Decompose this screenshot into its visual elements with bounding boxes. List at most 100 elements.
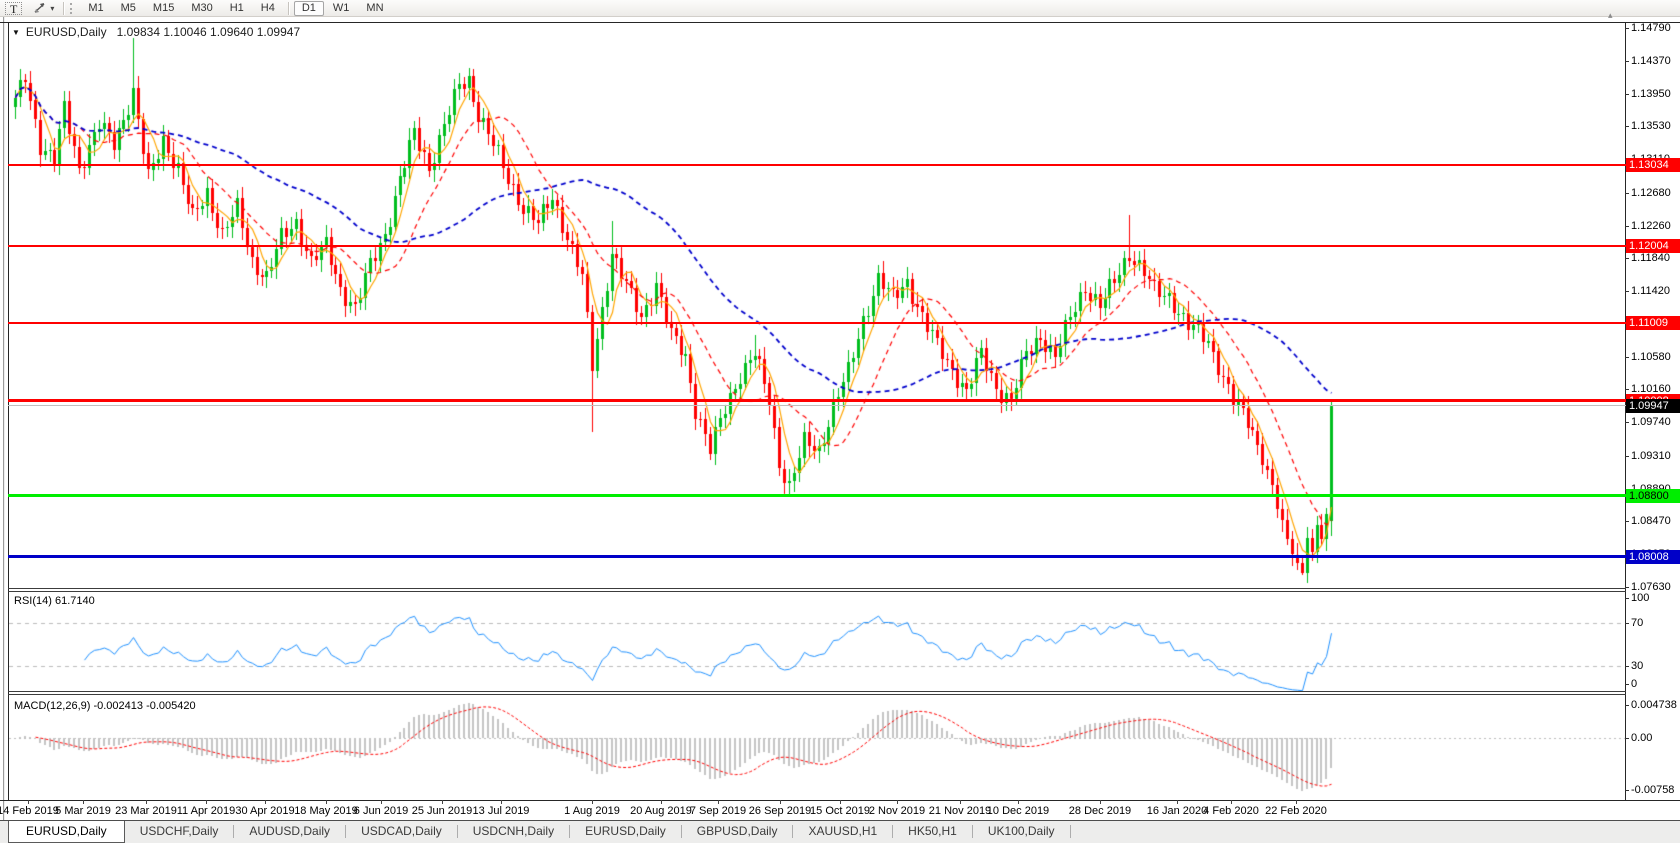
macd-tick-mark bbox=[1625, 790, 1629, 791]
level-line-1.13034[interactable] bbox=[8, 164, 1626, 166]
tab-usdcnh-daily-4[interactable]: USDCNH,Daily bbox=[458, 821, 569, 843]
tab-uk100-daily-9[interactable]: UK100,Daily bbox=[973, 821, 1070, 843]
macd-canvas[interactable] bbox=[9, 695, 1625, 800]
price-tick-mark bbox=[1625, 291, 1629, 292]
rsi-axis-label: 70 bbox=[1631, 617, 1643, 629]
price-tick-label: 1.12680 bbox=[1631, 187, 1671, 199]
time-tick-mark bbox=[661, 800, 662, 804]
timeframe-m5[interactable]: M5 bbox=[113, 1, 144, 16]
price-tag-1.12004: 1.12004 bbox=[1626, 239, 1680, 253]
main-panel-bottom-border bbox=[8, 588, 1626, 589]
price-tick-label: 1.12260 bbox=[1631, 220, 1671, 232]
symbol-label: EURUSD,Daily bbox=[26, 25, 107, 39]
macd-tick-mark bbox=[1625, 705, 1629, 706]
text-tool-button[interactable]: T bbox=[5, 2, 22, 15]
price-tick-mark bbox=[1625, 258, 1629, 259]
cursor-crosshair-icon bbox=[33, 2, 47, 14]
timeframe-m1[interactable]: M1 bbox=[80, 1, 111, 16]
macd-axis-label: -0.00758 bbox=[1631, 784, 1674, 796]
time-tick-mark bbox=[83, 800, 84, 804]
time-tick-mark bbox=[1177, 800, 1178, 804]
chart-title: ▼EURUSD,Daily1.09834 1.10046 1.09640 1.0… bbox=[12, 25, 300, 39]
price-tick-label: 1.09310 bbox=[1631, 450, 1671, 462]
cursor-tool-button[interactable]: ▾ bbox=[28, 1, 59, 16]
date-label: 13 Jul 2019 bbox=[457, 805, 545, 817]
price-tick-label: 1.14790 bbox=[1631, 22, 1671, 34]
price-tick-mark bbox=[1625, 422, 1629, 423]
time-tick-mark bbox=[1296, 800, 1297, 804]
rsi-label: RSI(14) 61.7140 bbox=[14, 595, 95, 607]
time-tick-mark bbox=[718, 800, 719, 804]
time-tick-mark bbox=[897, 800, 898, 804]
timeframe-h1[interactable]: H1 bbox=[222, 1, 252, 16]
main-chart-canvas[interactable] bbox=[9, 23, 1625, 588]
level-line-1.12004[interactable] bbox=[8, 245, 1626, 247]
timeframe-w1[interactable]: W1 bbox=[325, 1, 358, 16]
scroll-up-icon[interactable]: ▴ bbox=[1608, 10, 1613, 21]
tab-xauusd-h1-7[interactable]: XAUUSD,H1 bbox=[793, 821, 892, 843]
tab-usdcad-daily-3[interactable]: USDCAD,Daily bbox=[346, 821, 457, 843]
time-tick-mark bbox=[381, 800, 382, 804]
price-tick-label: 1.10580 bbox=[1631, 351, 1671, 363]
level-line-1.08008[interactable] bbox=[8, 555, 1626, 558]
toolbar-separator bbox=[288, 2, 289, 15]
rsi-axis-label: 0 bbox=[1631, 678, 1637, 690]
price-tick-mark bbox=[1625, 226, 1629, 227]
date-label: 22 Feb 2020 bbox=[1252, 805, 1340, 817]
time-tick-mark bbox=[326, 800, 327, 804]
price-tick-mark bbox=[1625, 587, 1629, 588]
toolbar-separator bbox=[63, 2, 64, 15]
time-tick-mark bbox=[840, 800, 841, 804]
chevron-down-icon: ▾ bbox=[50, 2, 54, 15]
tab-eurusd-daily-5[interactable]: EURUSD,Daily bbox=[570, 821, 681, 843]
price-tick-mark bbox=[1625, 126, 1629, 127]
tab-usdchf-daily-1[interactable]: USDCHF,Daily bbox=[125, 821, 234, 843]
tab-gbpusd-daily-6[interactable]: GBPUSD,Daily bbox=[682, 821, 793, 843]
price-tag-1.08008: 1.08008 bbox=[1626, 550, 1680, 564]
price-tag-1.09947: 1.09947 bbox=[1626, 399, 1680, 413]
time-tick-mark bbox=[442, 800, 443, 804]
price-tick-label: 1.08470 bbox=[1631, 515, 1671, 527]
rsi-axis-label: 100 bbox=[1631, 592, 1649, 604]
time-tick-mark bbox=[28, 800, 29, 804]
time-tick-mark bbox=[960, 800, 961, 804]
price-tick-label: 1.14370 bbox=[1631, 55, 1671, 67]
window-left-highlight bbox=[4, 17, 5, 820]
level-line-1.11009[interactable] bbox=[8, 322, 1626, 324]
price-tick-label: 1.11420 bbox=[1631, 285, 1670, 297]
time-tick-mark bbox=[1018, 800, 1019, 804]
macd-axis-label: 0.00 bbox=[1631, 732, 1652, 744]
rsi-axis-label: 30 bbox=[1631, 660, 1643, 672]
price-tick-mark bbox=[1625, 193, 1629, 194]
rsi-panel-bottom-border bbox=[8, 691, 1626, 692]
macd-axis-label: 0.004738 bbox=[1631, 699, 1677, 711]
timeframe-toolbar: M1M5M15M30H1H4 D1W1MN bbox=[80, 1, 391, 16]
date-label: 28 Dec 2019 bbox=[1056, 805, 1144, 817]
timeframe-d1[interactable]: D1 bbox=[294, 1, 324, 16]
timeframe-m15[interactable]: M15 bbox=[145, 1, 182, 16]
rsi-canvas[interactable] bbox=[9, 592, 1625, 691]
time-tick-mark bbox=[592, 800, 593, 804]
price-tick-label: 1.09740 bbox=[1631, 416, 1671, 428]
title-dropdown-icon[interactable]: ▼ bbox=[12, 28, 20, 37]
level-line-1.09947[interactable] bbox=[8, 405, 1626, 406]
toolbar-grip[interactable] bbox=[70, 3, 75, 14]
price-tick-mark bbox=[1625, 521, 1629, 522]
tab-eurusd-daily-0[interactable]: EURUSD,Daily bbox=[8, 821, 125, 843]
price-tag-1.13034: 1.13034 bbox=[1626, 158, 1680, 172]
toolbar: T ▾ M1M5M15M30H1H4 D1W1MN bbox=[0, 0, 1680, 17]
chart-tab-bar: EURUSD,DailyUSDCHF,DailyAUDUSD,DailyUSDC… bbox=[0, 820, 1680, 843]
rsi-tick-mark bbox=[1625, 623, 1629, 624]
tab-hk50-h1-8[interactable]: HK50,H1 bbox=[893, 821, 972, 843]
macd-tick-mark bbox=[1625, 738, 1629, 739]
timeframe-mn[interactable]: MN bbox=[358, 1, 391, 16]
timeframe-m30[interactable]: M30 bbox=[183, 1, 220, 16]
level-line-1.10008[interactable] bbox=[8, 399, 1626, 402]
price-tick-mark bbox=[1625, 61, 1629, 62]
timeframe-h4[interactable]: H4 bbox=[253, 1, 283, 16]
time-tick-mark bbox=[1231, 800, 1232, 804]
tab-audusd-daily-2[interactable]: AUDUSD,Daily bbox=[234, 821, 345, 843]
time-tick-mark bbox=[1100, 800, 1101, 804]
time-tick-mark bbox=[265, 800, 266, 804]
level-line-1.08800[interactable] bbox=[8, 494, 1626, 497]
